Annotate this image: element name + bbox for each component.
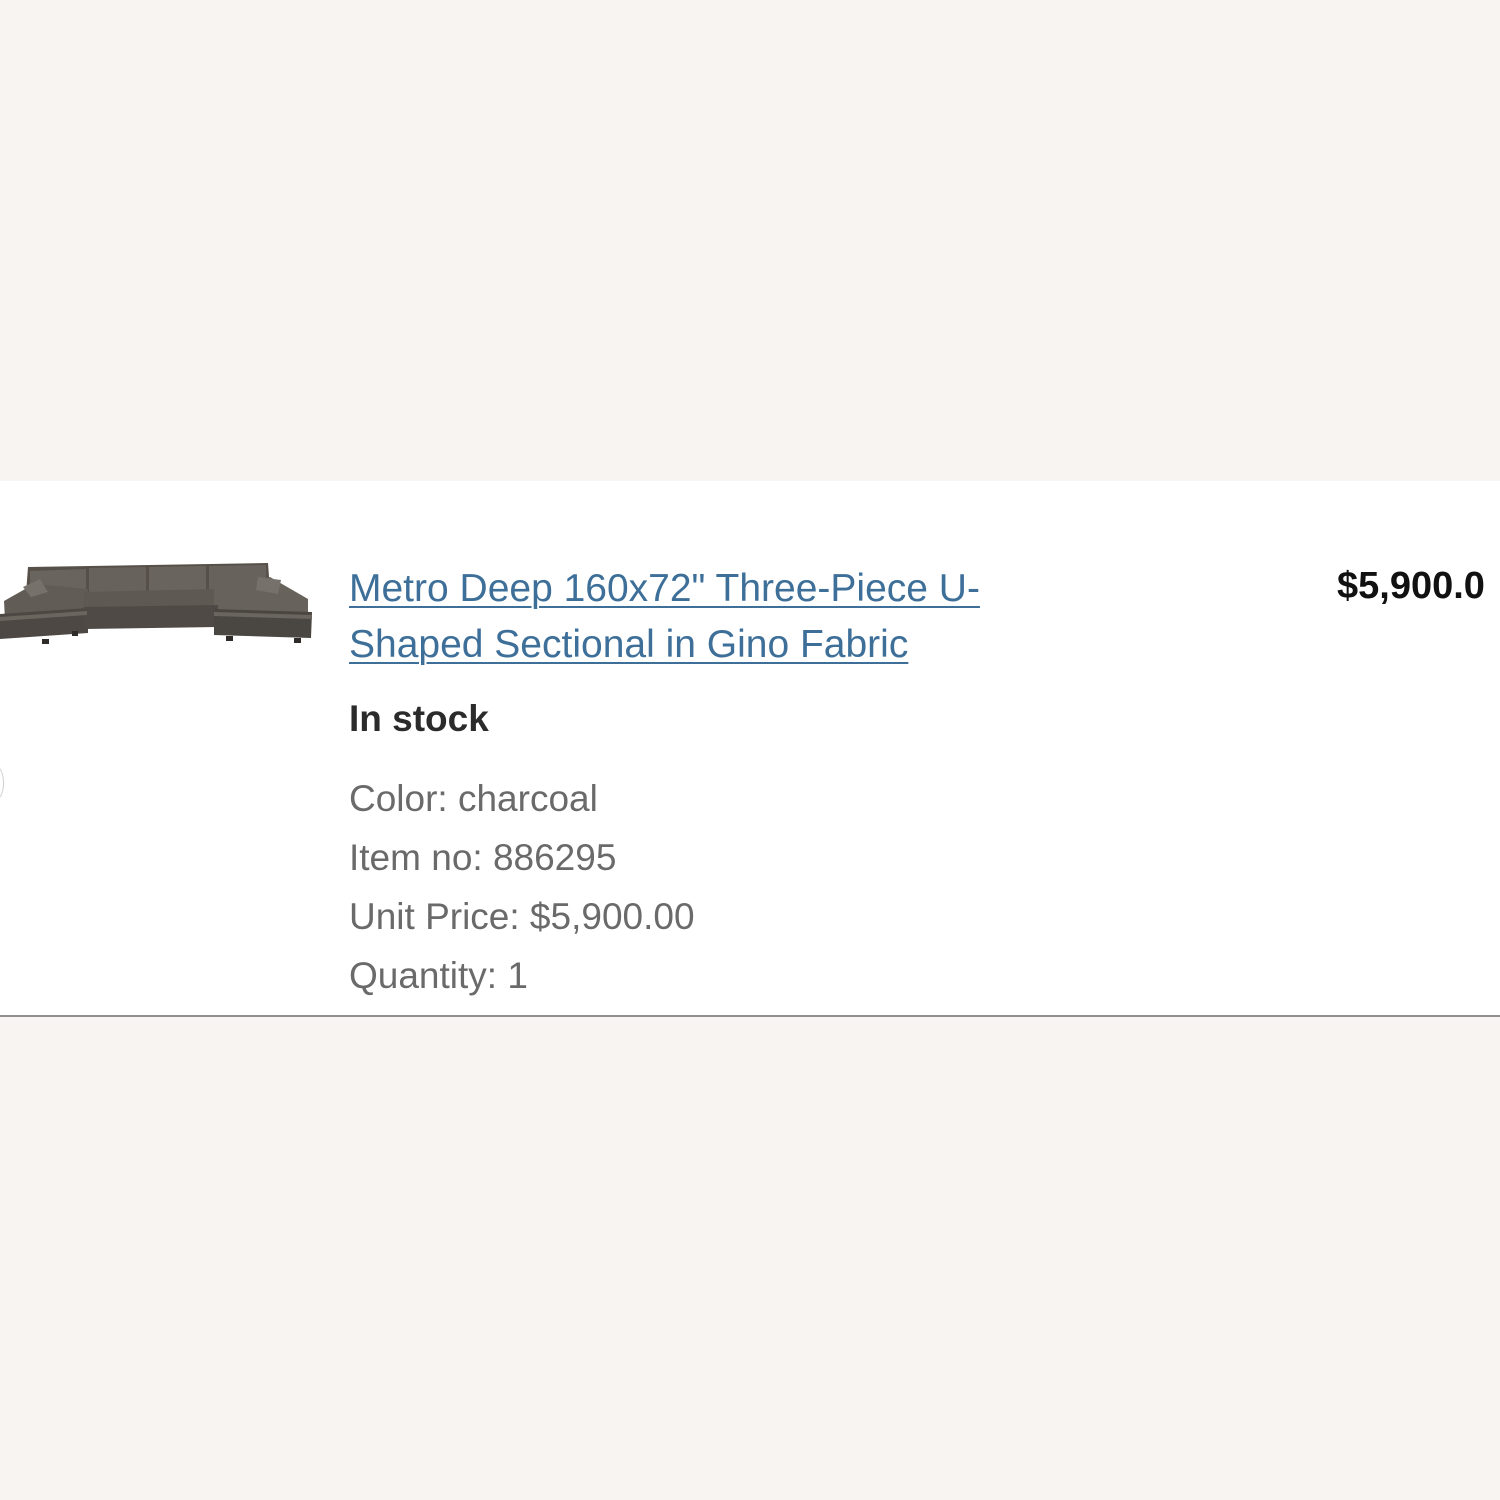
- left-edge-control: [0, 766, 4, 800]
- product-details: Metro Deep 160x72" Three-Piece U- Shaped…: [349, 561, 1109, 1005]
- product-thumbnail[interactable]: [0, 559, 314, 651]
- product-title-link[interactable]: Metro Deep 160x72" Three-Piece U- Shaped…: [349, 561, 1109, 673]
- color-attribute: Color: charcoal: [349, 778, 598, 819]
- stock-status: In stock: [349, 698, 489, 739]
- line-total-price: $5,900.0: [1337, 565, 1485, 607]
- quantity-attribute: Quantity: 1: [349, 955, 528, 996]
- product-title-line-1: Metro Deep 160x72" Three-Piece U-: [349, 567, 980, 610]
- order-item-card: Metro Deep 160x72" Three-Piece U- Shaped…: [0, 481, 1500, 1017]
- product-attributes: Color: charcoal Item no: 886295 Unit Pri…: [349, 769, 1109, 1005]
- product-title-line-2: Shaped Sectional in Gino Fabric: [349, 623, 909, 666]
- sectional-sofa-icon: [0, 563, 312, 644]
- unit-price-attribute: Unit Price: $5,900.00: [349, 896, 695, 937]
- item-number-attribute: Item no: 886295: [349, 837, 617, 878]
